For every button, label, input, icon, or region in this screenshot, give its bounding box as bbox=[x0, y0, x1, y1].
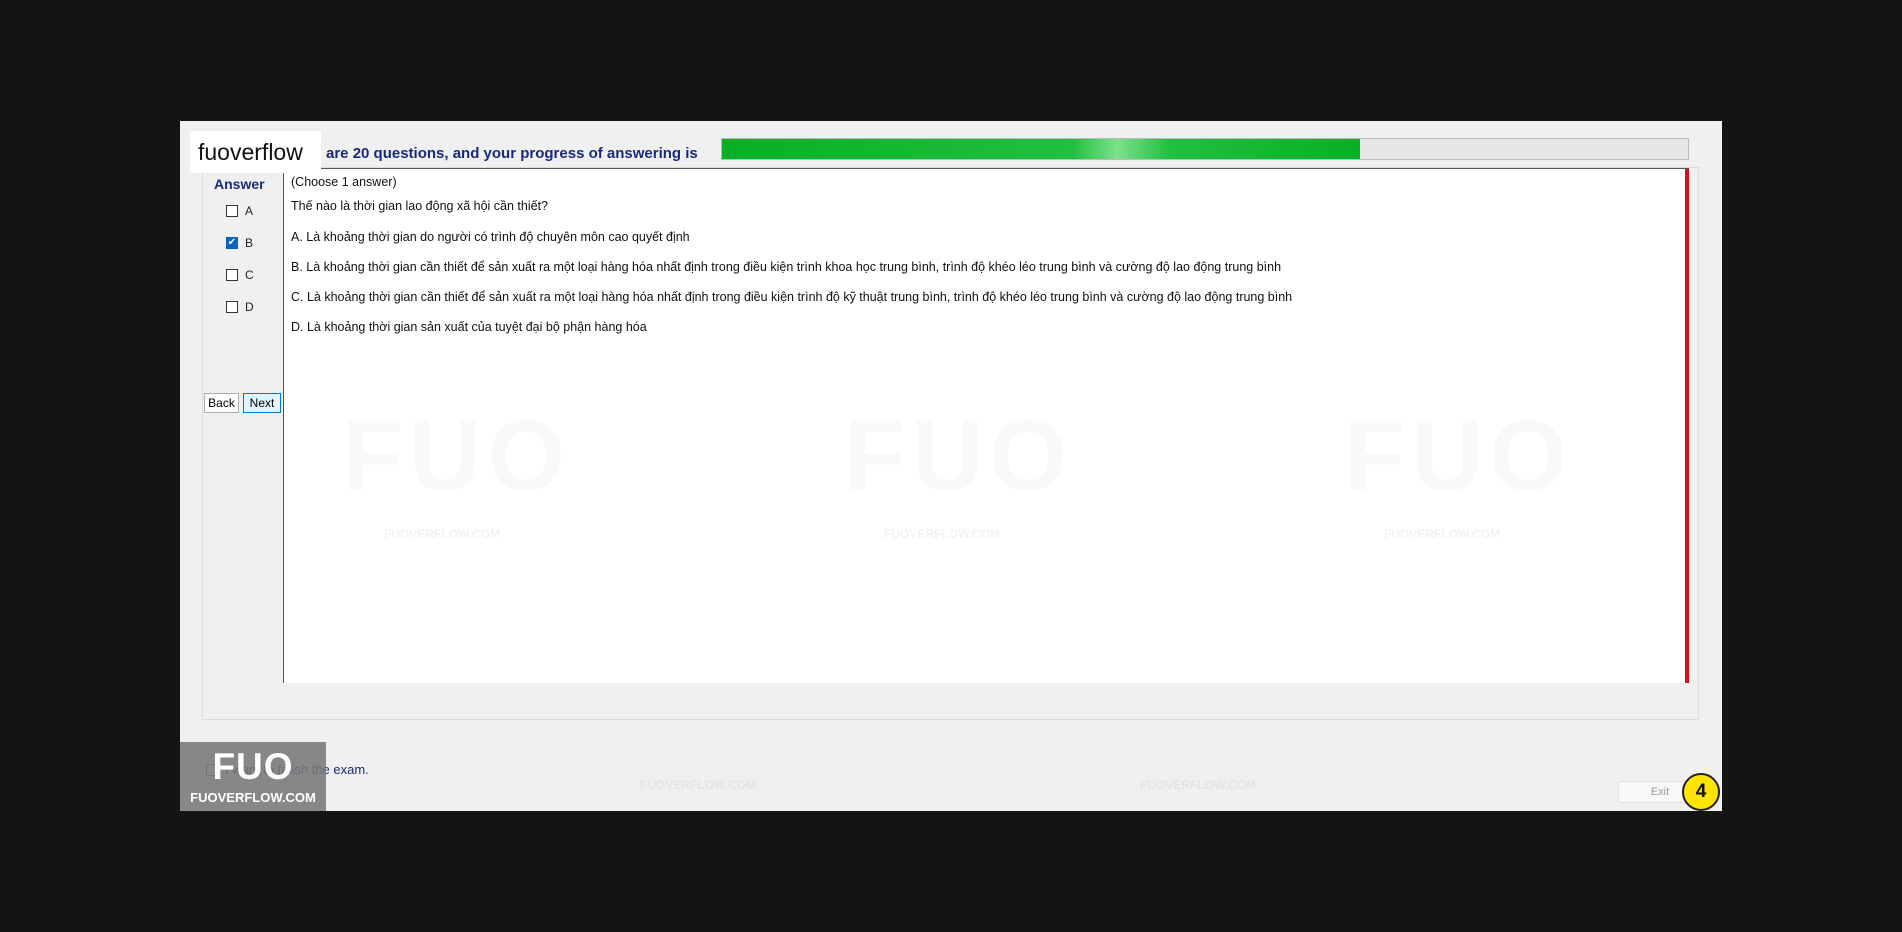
watermark-text: FUOVERFLOW.COM bbox=[1384, 527, 1500, 541]
choice-c: C. Là khoảng thời gian cần thiết để sản … bbox=[291, 290, 1293, 304]
answer-option-a[interactable]: A bbox=[226, 203, 253, 219]
checkbox-icon[interactable]: ✔ bbox=[226, 237, 238, 249]
exam-window: are 20 questions, and your progress of a… bbox=[180, 121, 1722, 811]
choice-a: A. Là khoảng thời gian do người có trình… bbox=[291, 230, 690, 244]
answer-option-label: D bbox=[245, 300, 254, 314]
back-button[interactable]: Back bbox=[204, 393, 239, 413]
answer-option-c[interactable]: C bbox=[226, 267, 254, 283]
number-badge: 4 bbox=[1682, 773, 1720, 811]
brand-label: fuoverflow bbox=[190, 131, 321, 173]
checkbox-icon[interactable] bbox=[226, 301, 238, 313]
question-text: Thế nào là thời gian lao động xã hội cần… bbox=[291, 199, 548, 213]
watermark-text: FUOVERFLOW.COM bbox=[1140, 778, 1256, 792]
watermark-text: FUOVERFLOW.COM bbox=[884, 527, 1000, 541]
progress-fill bbox=[722, 139, 1360, 159]
next-button[interactable]: Next bbox=[243, 393, 281, 413]
watermark: FUO bbox=[844, 399, 1073, 514]
progress-label: are 20 questions, and your progress of a… bbox=[326, 145, 698, 162]
checkbox-icon[interactable] bbox=[226, 269, 238, 281]
watermark: FUO bbox=[1344, 399, 1573, 514]
answer-option-label: B bbox=[245, 236, 254, 250]
fuo-logo: FUO FUOVERFLOW.COM bbox=[180, 742, 326, 811]
question-content: FUO FUO FUO FUOVERFLOW.COM FUOVERFLOW.CO… bbox=[283, 168, 1689, 683]
watermark-text: FUOVERFLOW.COM bbox=[384, 527, 500, 541]
choice-b: B. Là khoảng thời gian cần thiết để sản … bbox=[291, 260, 1282, 274]
question-instruction: (Choose 1 answer) bbox=[291, 175, 397, 189]
answer-option-label: A bbox=[245, 204, 254, 218]
watermark-text: FUOVERFLOW.COM bbox=[640, 778, 756, 792]
watermark: FUO bbox=[342, 399, 571, 514]
checkbox-icon[interactable] bbox=[226, 205, 238, 217]
answer-title: Answer bbox=[214, 176, 265, 192]
scroll-indicator bbox=[1685, 169, 1689, 683]
progress-bar bbox=[721, 138, 1689, 160]
choice-d: D. Là khoảng thời gian sản xuất của tuyệ… bbox=[291, 320, 647, 334]
answer-option-d[interactable]: D bbox=[226, 299, 254, 315]
answer-option-label: C bbox=[245, 268, 254, 282]
answer-option-b[interactable]: ✔ B bbox=[226, 235, 253, 251]
logo-mark: FUO bbox=[212, 746, 294, 787]
logo-text: FUOVERFLOW.COM bbox=[190, 790, 316, 805]
